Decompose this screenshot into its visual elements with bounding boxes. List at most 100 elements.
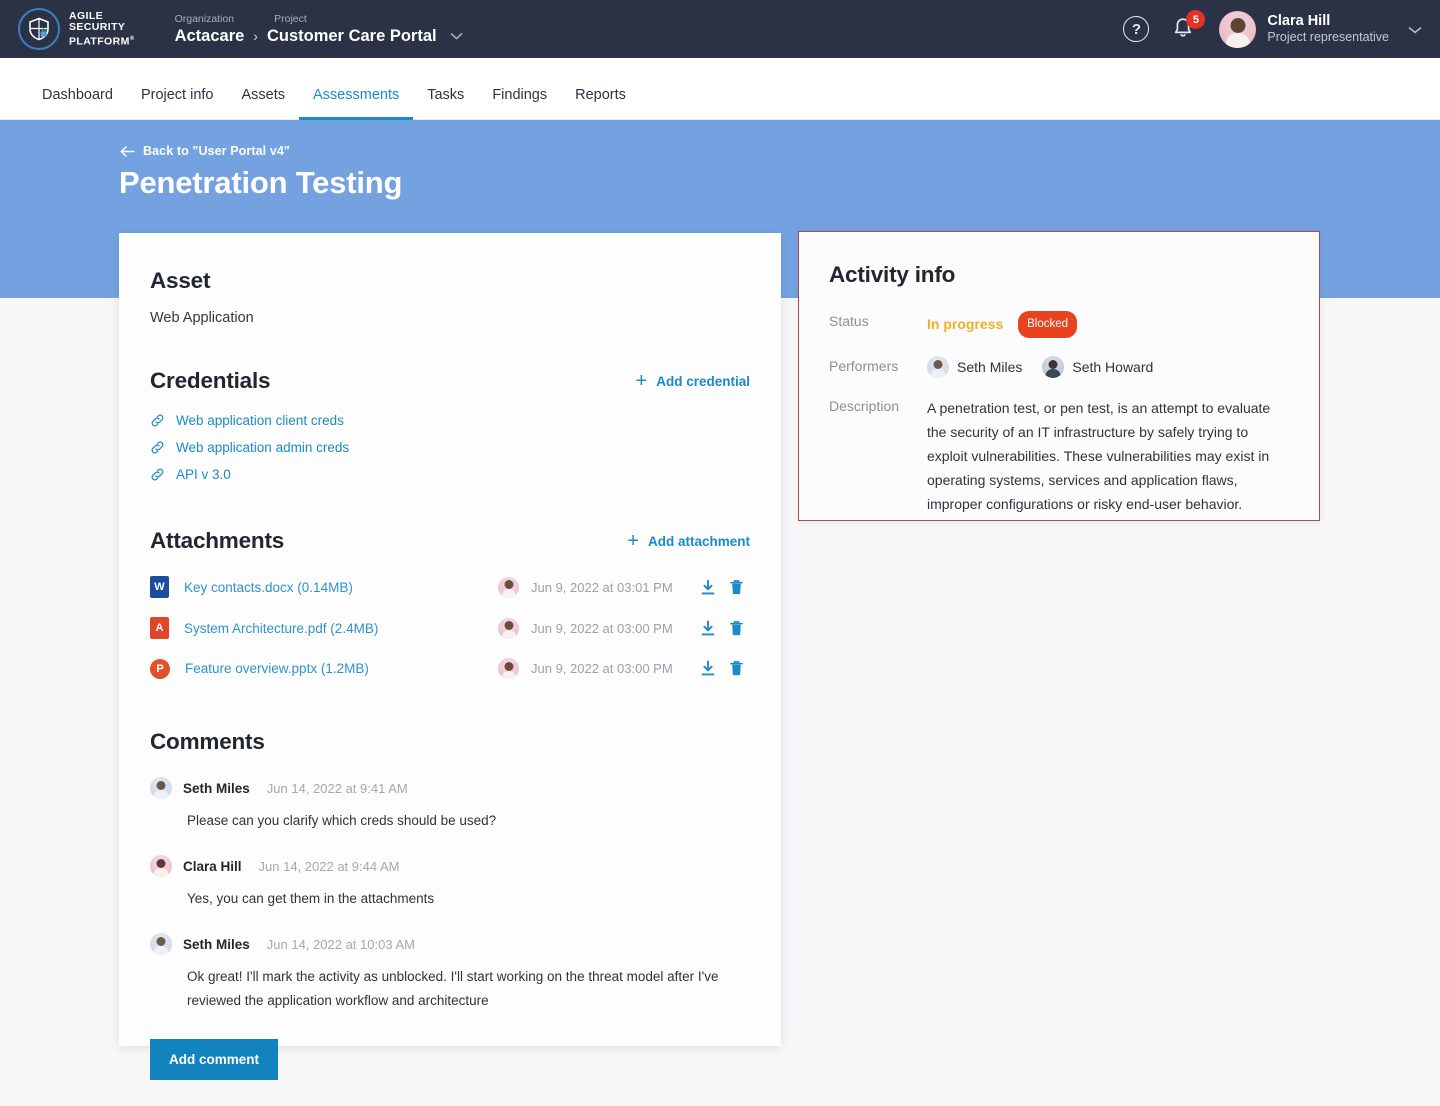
performers-list: Seth Miles Seth Howard [927,356,1164,378]
comment-author: Seth Miles [183,780,250,796]
avatar [498,576,519,598]
comment-author: Clara Hill [183,858,242,874]
add-attachment-label: Add attachment [647,533,750,549]
list-item: Clara Hill Jun 14, 2022 at 9:44 AM Yes, … [150,855,750,911]
status-row: Status In progress Blocked [829,311,1289,338]
page-title: Penetration Testing [119,165,403,200]
pdf-file-icon: A [150,617,169,639]
breadcrumb-org-value[interactable]: Actacare [175,27,245,46]
credential-label: Web application admin creds [176,440,350,455]
breadcrumb-project-label: Project [274,12,307,25]
avatar [1042,356,1065,378]
word-file-icon: W [150,576,169,598]
status-label: Status [829,313,869,329]
tab-tasks[interactable]: Tasks [413,87,478,119]
attachments-heading: Attachments [150,528,285,553]
avatar [927,356,949,378]
user-role: Project representative [1267,30,1389,44]
app-root: AGILE SECURITY PLATFORM® Organization Pr… [0,0,1440,1106]
add-comment-button[interactable]: Add comment [150,1039,279,1080]
link-icon [151,414,164,427]
delete-icon[interactable] [722,620,750,637]
comment-timestamp: Jun 14, 2022 at 10:03 AM [266,936,415,952]
attachment-name[interactable]: Key contacts.docx (0.14MB) [184,580,353,595]
download-icon[interactable] [694,660,722,677]
delete-icon[interactable] [722,579,750,596]
credential-label: Web application client creds [176,413,344,428]
asset-heading: Asset [150,268,211,293]
shield-lock-icon [18,8,60,50]
comment-body: Please can you clarify which creds shoul… [187,813,497,828]
plus-icon: + [627,530,639,552]
brand-wordmark: AGILE SECURITY PLATFORM® [69,10,135,48]
avatar [498,617,519,639]
performer-name: Seth Howard [1072,358,1154,375]
top-header-bar: AGILE SECURITY PLATFORM® Organization Pr… [0,0,1440,58]
breadcrumb-project-value[interactable]: Customer Care Portal [267,27,437,46]
tab-assessments[interactable]: Assessments [299,87,414,120]
user-menu[interactable]: Clara Hill Project representative [1219,10,1422,48]
comment-timestamp: Jun 14, 2022 at 9:44 AM [258,858,400,874]
avatar [1219,10,1257,48]
tab-dashboard[interactable]: Dashboard [28,87,127,119]
delete-icon[interactable] [722,660,750,677]
notifications-button[interactable]: 5 [1171,10,1206,42]
download-icon[interactable] [694,620,722,637]
list-item: Seth Miles Jun 14, 2022 at 10:03 AM Ok g… [150,933,750,1013]
status-value-wrap: In progress Blocked [927,311,1078,338]
main-navigation: Dashboard Project info Assets Assessment… [0,58,1440,120]
table-row: P Feature overview.pptx (1.2MB) Jun 9, 2… [150,658,750,679]
add-credential-button[interactable]: + Add credential [635,370,750,392]
comment-body: Yes, you can get them in the attachments [187,891,435,906]
help-icon[interactable]: ? [1123,16,1150,42]
brand-logo[interactable]: AGILE SECURITY PLATFORM® [0,8,135,50]
add-attachment-button[interactable]: + Add attachment [627,530,750,552]
credentials-heading: Credentials [150,368,271,393]
description-value: A penetration test, or pen test, is an a… [927,400,1271,512]
chevron-down-icon[interactable] [1408,22,1422,37]
chevron-down-icon[interactable] [450,29,463,43]
comments-section: Comments Seth Miles Jun 14, 2022 at 9:41… [150,729,750,1106]
back-link[interactable]: Back to "User Portal v4" [120,144,290,158]
table-row: A System Architecture.pdf (2.4MB) Jun 9,… [150,617,750,639]
breadcrumb-org-label: Organization [174,12,235,25]
breadcrumb-labels: Organization Project [175,13,463,25]
credentials-list: Web application client creds Web applica… [150,413,750,482]
list-item: Seth Miles Jun 14, 2022 at 9:41 AM Pleas… [150,777,750,833]
status-badge: In progress [927,316,1004,332]
blocked-badge: Blocked [1018,311,1078,338]
activity-info-card: Activity info Status In progress Blocked… [798,231,1320,521]
description-label: Description [829,398,900,414]
header-actions: ? 5 Clara Hill Project representative [1123,10,1440,48]
link-icon [151,441,164,454]
back-link-label: Back to "User Portal v4" [143,144,290,158]
attachment-date: Jun 9, 2022 at 03:00 PM [531,620,673,636]
breadcrumb-values: Actacare › Customer Care Portal [175,27,463,46]
asset-value: Web Application [150,310,254,326]
activity-info-heading: Activity info [829,262,956,287]
attachment-date: Jun 9, 2022 at 03:00 PM [531,661,673,676]
performers-label: Performers [829,358,899,374]
list-item[interactable]: API v 3.0 [150,467,750,482]
avatar [150,777,172,799]
plus-icon: + [635,370,648,392]
avatar [498,658,519,679]
arrow-left-icon [120,145,135,157]
credential-label: API v 3.0 [176,467,231,482]
download-icon[interactable] [694,579,722,596]
list-item[interactable]: Seth Howard [1042,356,1153,378]
tab-reports[interactable]: Reports [561,87,640,119]
breadcrumb: Organization Project Actacare › Customer… [175,13,463,46]
attachment-name[interactable]: System Architecture.pdf (2.4MB) [184,621,378,636]
attachment-name[interactable]: Feature overview.pptx (1.2MB) [185,661,369,676]
tab-findings[interactable]: Findings [478,87,561,119]
table-row: W Key contacts.docx (0.14MB) Jun 9, 2022… [150,576,750,598]
description-row: Description A penetration test, or pen t… [829,396,1289,516]
list-item[interactable]: Web application admin creds [150,440,750,455]
tab-assets[interactable]: Assets [227,87,299,119]
link-icon [151,468,164,481]
list-item[interactable]: Web application client creds [150,413,750,428]
breadcrumb-separator-icon: › [253,28,258,44]
list-item[interactable]: Seth Miles [927,356,1022,378]
tab-project-info[interactable]: Project info [127,87,228,119]
